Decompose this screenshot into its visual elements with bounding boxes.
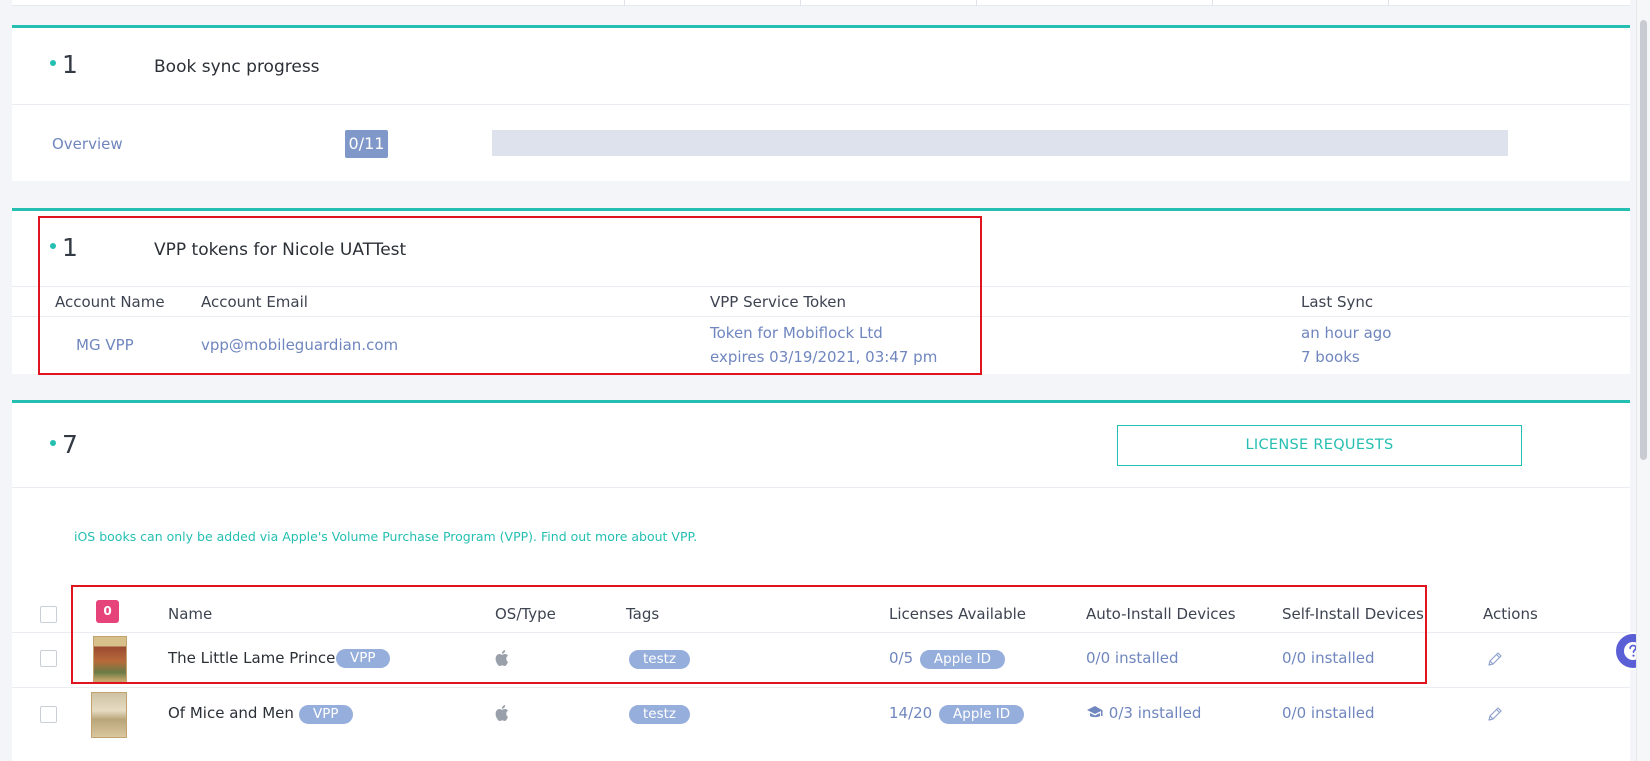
pencil-icon[interactable]: [1487, 706, 1503, 722]
col-actions: Actions: [1483, 605, 1538, 623]
vpp-info-text: iOS books can only be added via Apple's …: [74, 529, 697, 544]
divider: [12, 487, 1630, 488]
vpp-info-message: iOS books can only be added via Apple's …: [74, 529, 538, 544]
book-cover-thumbnail: [91, 692, 127, 738]
apple-icon: [495, 705, 508, 721]
progress-count-badge: 0/11: [345, 130, 388, 158]
vpp-highlight-box: [38, 216, 982, 375]
col-last-sync: Last Sync: [1301, 293, 1374, 311]
pencil-icon[interactable]: [1487, 651, 1503, 667]
row-checkbox[interactable]: [40, 706, 57, 723]
auto-install-cell[interactable]: 0/3 installed: [1086, 704, 1201, 722]
self-install-cell[interactable]: 0/0 installed: [1282, 704, 1375, 722]
card-title: Book sync progress: [154, 57, 320, 77]
last-sync-time: an hour ago: [1301, 324, 1392, 342]
auto-install-count: 0/3 installed: [1108, 704, 1202, 722]
top-strip: [12, 0, 1630, 6]
book-name[interactable]: Of Mice and Men: [168, 704, 294, 722]
divider: [12, 687, 1630, 688]
last-sync-books: 7 books: [1301, 348, 1360, 366]
sync-count-value: 1: [62, 50, 78, 79]
select-all-checkbox[interactable]: [40, 606, 57, 623]
license-requests-button[interactable]: LICENSE REQUESTS: [1117, 425, 1522, 466]
books-card: 7 LICENSE REQUESTS iOS books can only be…: [12, 400, 1630, 761]
bullet-dot: [50, 60, 56, 66]
row-checkbox[interactable]: [40, 650, 57, 667]
tag-badge[interactable]: testz: [629, 705, 691, 724]
book-sync-card: 1 Book sync progress Overview 0/11: [12, 25, 1630, 181]
licenses-cell: 14/20 Apple ID: [889, 704, 1025, 724]
graduation-cap-icon: [1087, 706, 1103, 718]
scrollbar-thumb[interactable]: [1640, 20, 1647, 460]
sync-count: 1: [50, 50, 78, 79]
progress-bar: [492, 130, 1508, 156]
books-count-value: 7: [62, 430, 78, 459]
find-out-more-link[interactable]: Find out more about VPP.: [541, 529, 697, 544]
overview-link[interactable]: Overview: [52, 135, 123, 153]
bullet-dot: [50, 440, 56, 446]
divider: [12, 104, 1630, 105]
page-scrollbar[interactable]: [1636, 0, 1650, 761]
apple-id-badge: Apple ID: [939, 705, 1025, 724]
books-highlight-box: [71, 585, 1427, 684]
licenses-count: 14/20: [889, 704, 933, 722]
books-count: 7: [50, 430, 78, 459]
vpp-badge: VPP: [299, 705, 353, 724]
